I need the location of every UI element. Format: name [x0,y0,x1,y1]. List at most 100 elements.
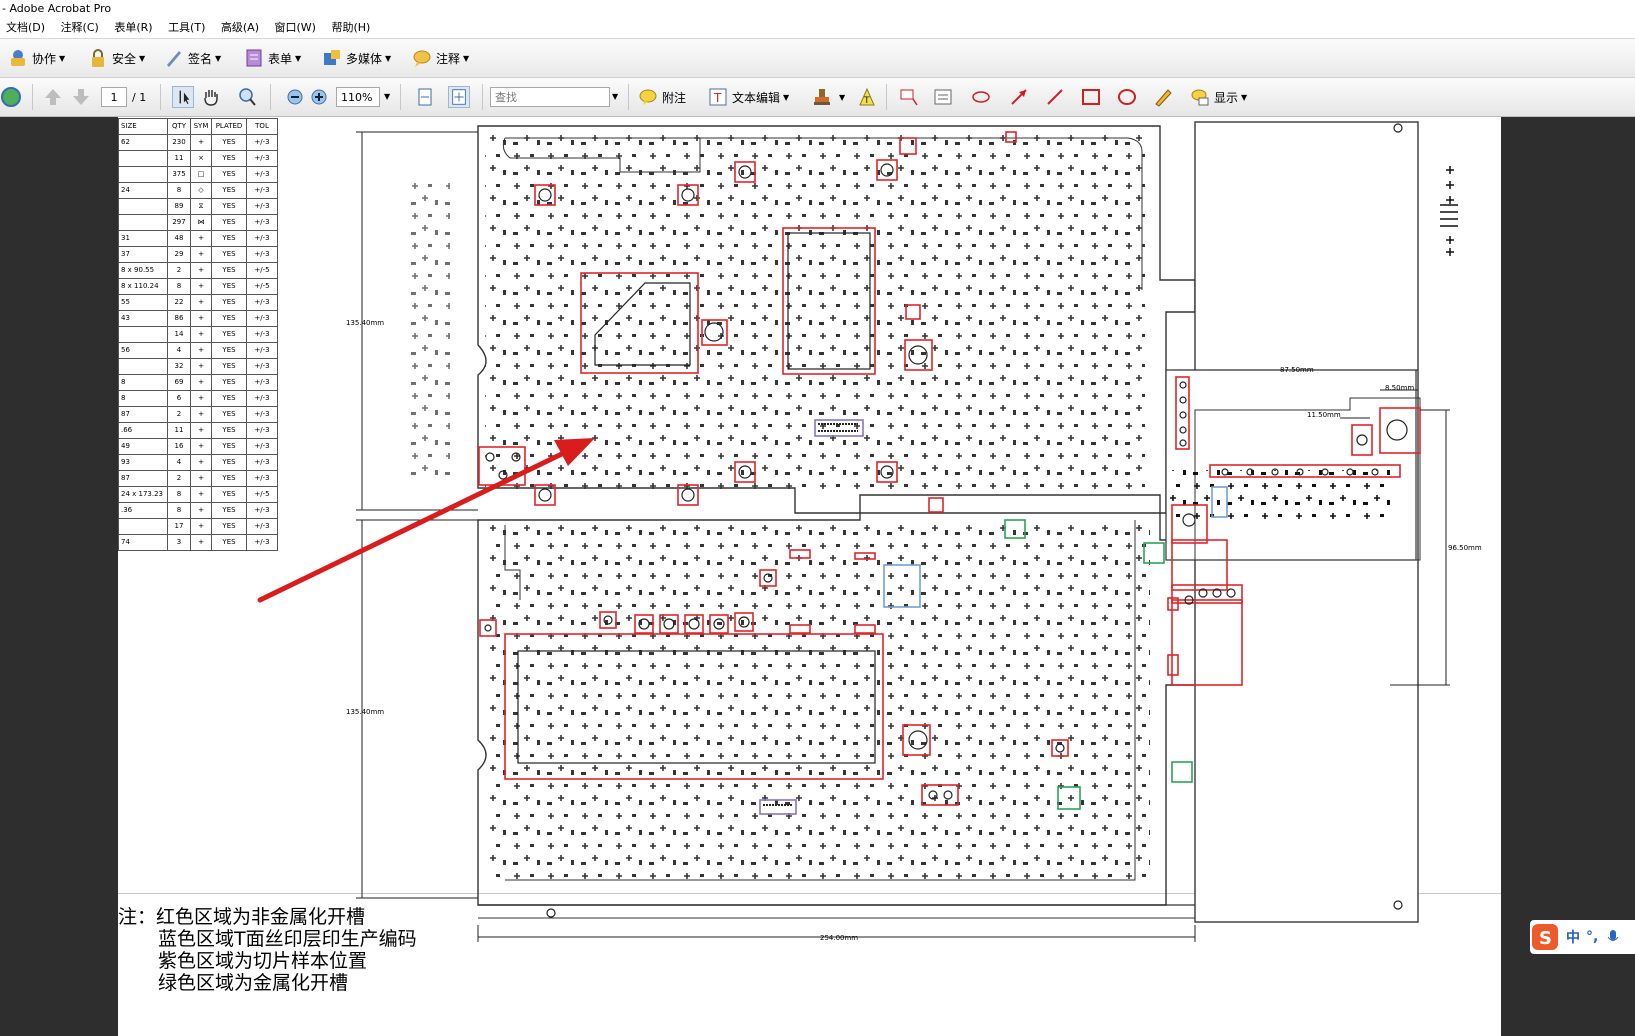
dim-tab-height: 96.50mm [1448,544,1482,552]
header-tol: TOL [246,118,278,135]
cell-qty: 8 [167,486,191,503]
cell-size: 24 [118,182,168,199]
cell-size: 49 [118,438,168,455]
component-field [410,135,1150,885]
cell-size [118,326,168,343]
header-sym: SYM [190,118,212,135]
cell-size: 43 [118,310,168,327]
cell-qty: 2 [167,406,191,423]
cell-sym: + [190,358,212,375]
cell-tol: +/-3 [246,502,278,519]
cell-plated: YES [211,294,247,311]
cell-plated: YES [211,326,247,343]
cell-size: 93 [118,454,168,471]
cell-sym: + [190,246,212,263]
cell-qty: 2 [167,262,191,279]
table-row: .66 11 + YES +/-3 [118,422,278,439]
drill-hole-table: SIZE QTY SYM PLATED TOL 62 230 + YES +/-3 11 ×… [118,118,278,551]
ime-punct-icon: °, [1586,929,1599,945]
cell-qty: 89 [167,198,191,215]
cell-tol: +/-3 [246,326,278,343]
table-row: 297 ⋈ YES +/-3 [118,214,278,231]
cell-plated: YES [211,534,247,551]
cell-sym: + [190,534,212,551]
cell-qty: 17 [167,518,191,535]
cell-plated: YES [211,246,247,263]
table-row: 8 x 110.24 8 + YES +/-5 [118,278,278,295]
cell-plated: YES [211,358,247,375]
cell-tol: +/-3 [246,134,278,151]
cell-plated: YES [211,470,247,487]
cell-size: 8 x 110.24 [118,278,168,295]
cell-tol: +/-5 [246,486,278,503]
cell-size: 56 [118,342,168,359]
cell-sym: + [190,262,212,279]
cell-qty: 8 [167,502,191,519]
cell-tol: +/-3 [246,358,278,375]
cell-qty: 16 [167,438,191,455]
cell-tol: +/-3 [246,246,278,263]
cell-qty: 48 [167,230,191,247]
cell-tol: +/-3 [246,470,278,487]
cell-qty: 3 [167,534,191,551]
cell-tol: +/-5 [246,262,278,279]
cell-sym: + [190,470,212,487]
table-row: 55 22 + YES +/-3 [118,294,278,311]
cell-plated: YES [211,390,247,407]
note-purple: 紫色区域为切片样本位置 [158,950,368,972]
cell-qty: 32 [167,358,191,375]
note-red: 注：红色区域为非金属化开槽 [118,906,366,928]
cell-tol: +/-5 [246,278,278,295]
cell-tol: +/-3 [246,198,278,215]
cell-plated: YES [211,230,247,247]
dim-top-height: 135.40mm [346,319,384,327]
cell-tol: +/-3 [246,406,278,423]
legend-notes: 注：红色区域为非金属化开槽 蓝色区域T面丝印层印生产编码 紫色区域为切片样本位置… [118,906,417,994]
table-row: 87 2 + YES +/-3 [118,406,278,423]
cell-plated: YES [211,134,247,151]
cell-tol: +/-3 [246,422,278,439]
cell-qty: 2 [167,470,191,487]
ime-toolbar[interactable]: S 中 °, [1530,920,1635,954]
cell-tol: +/-3 [246,374,278,391]
cell-size: 8 x 90.55 [118,262,168,279]
cell-tol: +/-3 [246,454,278,471]
cell-plated: YES [211,198,247,215]
cell-sym: + [190,342,212,359]
cell-sym: + [190,390,212,407]
cell-plated: YES [211,406,247,423]
cell-size: 87 [118,470,168,487]
cell-qty: 29 [167,246,191,263]
cell-plated: YES [211,422,247,439]
cell-sym: + [190,438,212,455]
cell-sym: ⧖ [190,198,212,215]
cell-sym: + [190,230,212,247]
table-row: 8 6 + YES +/-3 [118,390,278,407]
cell-size [118,214,168,231]
table-row: 24 x 173.23 8 + YES +/-5 [118,486,278,503]
cell-qty: 11 [167,422,191,439]
cell-tol: +/-3 [246,438,278,455]
note-green: 绿色区域为金属化开槽 [158,972,349,994]
header-plated: PLATED [211,118,247,135]
table-row: 8 69 + YES +/-3 [118,374,278,391]
header-qty: QTY [167,118,191,135]
cell-size [118,166,168,183]
svg-text:S: S [1539,928,1552,949]
cell-qty: 86 [167,310,191,327]
dim-bottom-height: 135.40mm [346,708,384,716]
cell-tol: +/-3 [246,230,278,247]
table-row: .36 8 + YES +/-3 [118,502,278,519]
table-row: 375 □ YES +/-3 [118,166,278,183]
cell-plated: YES [211,454,247,471]
dim-tab-width: 87.50mm [1280,366,1314,374]
table-row: 74 3 + YES +/-3 [118,534,278,551]
cell-plated: YES [211,150,247,167]
microphone-icon [1607,930,1619,941]
table-row: 43 86 + YES +/-3 [118,310,278,327]
cell-tol: +/-3 [246,518,278,535]
cell-plated: YES [211,310,247,327]
table-row: 93 4 + YES +/-3 [118,454,278,471]
cell-sym: + [190,278,212,295]
cell-qty: 4 [167,342,191,359]
